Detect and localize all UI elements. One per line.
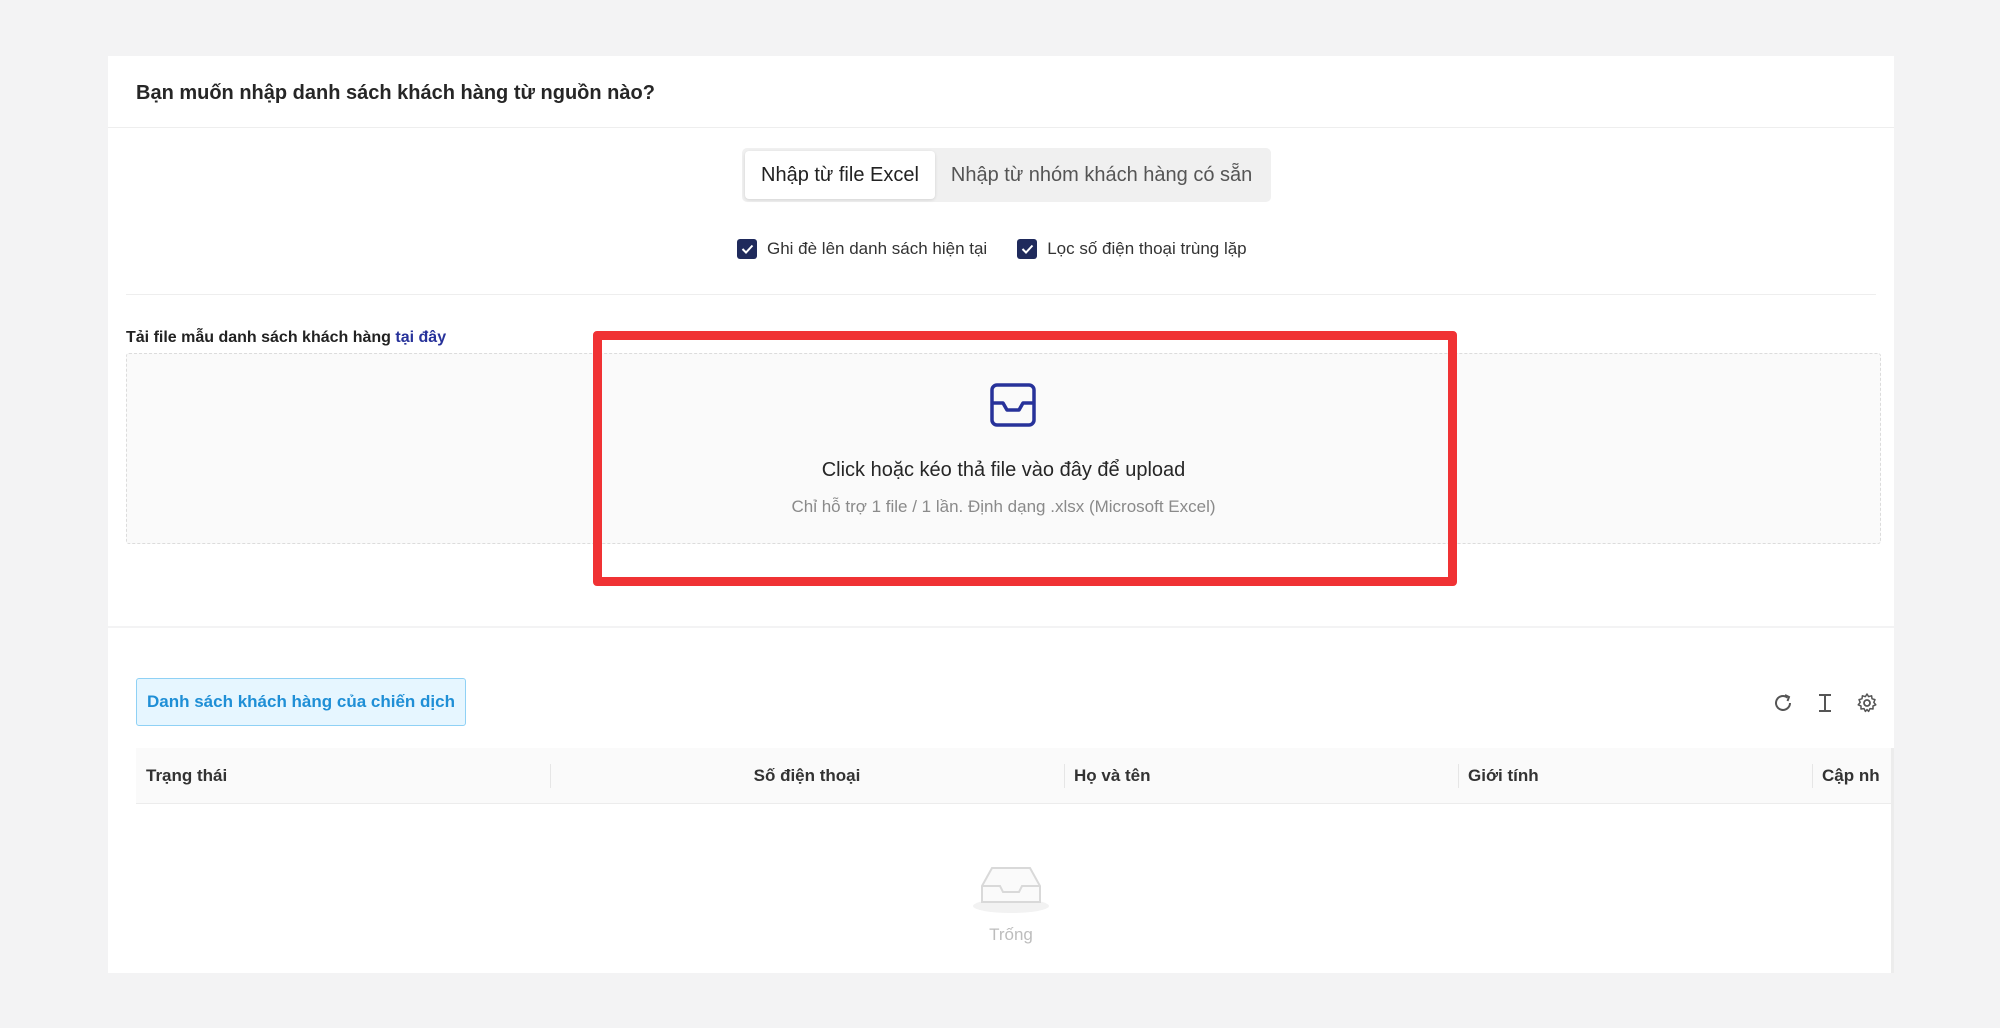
empty-state: Trống — [968, 858, 1054, 945]
column-header-status[interactable]: Trạng thái — [136, 748, 546, 804]
source-segmented-control: Nhập từ file Excel Nhập từ nhóm khách hà… — [742, 148, 1272, 202]
template-download-text: Tải file mẫu danh sách khách hàng tại đâ… — [126, 329, 446, 347]
table-toolbar — [1770, 690, 1880, 716]
table-header: Trạng thái Số điện thoại Họ và tên Giới … — [136, 748, 1894, 804]
upload-hint: Chỉ hỗ trợ 1 file / 1 lần. Định dạng .xl… — [791, 497, 1216, 516]
upload-dropzone[interactable]: Click hoặc kéo thả file vào đây để uploa… — [126, 353, 1881, 544]
overwrite-label: Ghi đè lên danh sách hiện tại — [767, 239, 988, 258]
empty-inbox-icon — [968, 858, 1054, 919]
tab-import-excel[interactable]: Nhập từ file Excel — [745, 151, 935, 199]
campaign-customer-list-tab[interactable]: Danh sách khách hàng của chiến dịch — [136, 678, 466, 726]
column-height-icon[interactable] — [1812, 690, 1838, 716]
tab-import-existing-group[interactable]: Nhập từ nhóm khách hàng có sẵn — [935, 151, 1268, 199]
reload-icon[interactable] — [1770, 690, 1796, 716]
table-scrollbar[interactable] — [1891, 748, 1894, 973]
column-header-updated[interactable]: Cập nh — [1812, 748, 1894, 804]
settings-icon[interactable] — [1854, 690, 1880, 716]
checkbox-checked-icon — [737, 239, 757, 259]
campaign-customer-list-card: Danh sách khách hàng của chiến dịch Trạn… — [108, 628, 1894, 973]
column-header-full-name[interactable]: Họ và tên — [1064, 748, 1458, 804]
template-download-label: Tải file mẫu danh sách khách hàng — [126, 329, 396, 346]
dedupe-phone-checkbox[interactable]: Lọc số điện thoại trùng lặp — [1017, 239, 1247, 259]
divider — [108, 127, 1894, 128]
checkbox-checked-icon — [1017, 239, 1038, 259]
template-download-link[interactable]: tại đây — [395, 329, 446, 346]
dedupe-phone-label: Lọc số điện thoại trùng lặp — [1047, 239, 1247, 258]
import-source-title: Bạn muốn nhập danh sách khách hàng từ ng… — [136, 82, 655, 104]
column-header-gender[interactable]: Giới tính — [1458, 748, 1812, 804]
column-header-phone[interactable]: Số điện thoại — [550, 748, 1064, 804]
empty-text: Trống — [989, 925, 1033, 944]
inbox-icon — [987, 379, 1039, 431]
import-options: Ghi đè lên danh sách hiện tại Lọc số điệ… — [737, 239, 1247, 259]
divider — [126, 294, 1876, 295]
import-source-card: Bạn muốn nhập danh sách khách hàng từ ng… — [108, 56, 1894, 626]
upload-title: Click hoặc kéo thả file vào đây để uploa… — [821, 459, 1186, 481]
overwrite-checkbox[interactable]: Ghi đè lên danh sách hiện tại — [737, 239, 987, 259]
